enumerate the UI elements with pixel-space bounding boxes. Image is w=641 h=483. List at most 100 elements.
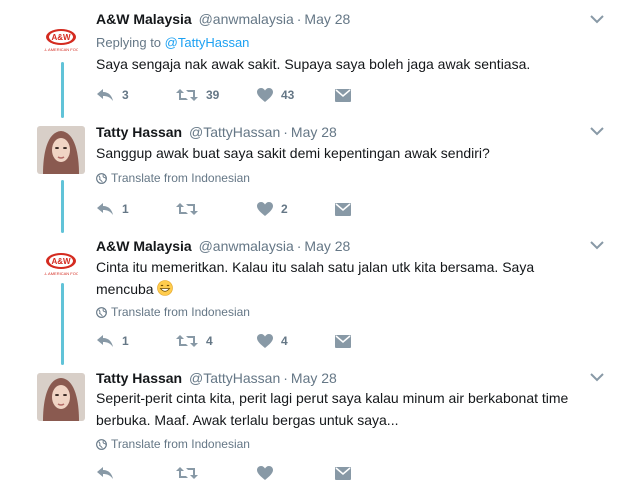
user-handle[interactable]: @TattyHassan	[189, 124, 280, 140]
svg-text:A&W: A&W	[51, 33, 71, 42]
user-handle[interactable]: @anwmalaysia	[199, 11, 294, 27]
separator-dot: ·	[283, 370, 288, 386]
globe-icon	[96, 172, 107, 184]
aw-logo-icon[interactable]: A&W ALL AMERICAN FOOD	[44, 251, 78, 279]
display-name[interactable]: Tatty Hassan	[96, 370, 182, 386]
separator-dot: ·	[296, 11, 302, 27]
reply-count: 1	[122, 334, 129, 348]
tweet-header: Tatty Hassan @TattyHassan · May 28	[96, 370, 337, 386]
direct-message-button[interactable]	[335, 85, 351, 105]
translate-label: Translate from Indonesian	[111, 305, 250, 319]
user-avatar[interactable]	[37, 126, 85, 174]
tweet-3[interactable]: A&W ALL AMERICAN FOOD A&W Malaysia @anwm…	[0, 233, 641, 365]
reply-button[interactable]	[96, 463, 114, 483]
globe-icon	[96, 438, 107, 450]
tweet-4[interactable]: Tatty Hassan @TattyHassan · May 28 Seperit…	[0, 365, 641, 480]
timestamp[interactable]: May 28	[304, 238, 350, 254]
replying-label: Replying to	[96, 35, 162, 50]
svg-text:ALL AMERICAN FOOD: ALL AMERICAN FOOD	[44, 271, 78, 276]
retweet-button[interactable]	[176, 199, 206, 219]
reply-button[interactable]: 1	[96, 199, 129, 219]
display-name[interactable]: A&W Malaysia	[96, 11, 192, 27]
timestamp[interactable]: May 28	[291, 370, 337, 386]
translate-link[interactable]: Translate from Indonesian	[96, 171, 250, 185]
replying-to: Replying to @TattyHassan	[96, 35, 249, 50]
heart-icon	[257, 334, 273, 348]
like-count: 4	[281, 334, 288, 348]
like-count: 2	[281, 202, 288, 216]
retweet-button[interactable]: 4	[176, 331, 213, 351]
envelope-icon	[335, 88, 351, 102]
translate-label: Translate from Indonesian	[111, 171, 250, 185]
tweet-actions	[96, 463, 366, 483]
reply-icon	[97, 203, 113, 215]
like-button[interactable]: 43	[257, 85, 294, 105]
replying-to-link[interactable]: @TattyHassan	[165, 35, 250, 50]
tweet-actions: 1 2	[96, 199, 366, 219]
heart-icon	[257, 88, 273, 102]
display-name[interactable]: A&W Malaysia	[96, 238, 192, 254]
separator-dot: ·	[296, 238, 302, 254]
tweet-text: Sanggup awak buat saya sakit demi kepent…	[96, 145, 490, 161]
retweet-count: 4	[206, 334, 213, 348]
retweet-icon	[176, 467, 198, 479]
svg-text:ALL AMERICAN FOOD: ALL AMERICAN FOOD	[44, 47, 78, 52]
like-count: 43	[281, 88, 295, 102]
translate-label: Translate from Indonesian	[111, 437, 250, 451]
retweet-icon	[176, 335, 198, 347]
timestamp[interactable]: May 28	[304, 11, 350, 27]
grinning-face-emoji-icon	[157, 280, 174, 296]
tweet-actions: 1 4 4	[96, 331, 366, 351]
retweet-button[interactable]: 39	[176, 85, 219, 105]
thread-line	[61, 180, 64, 233]
user-handle[interactable]: @TattyHassan	[189, 370, 280, 386]
chevron-down-icon[interactable]	[590, 240, 604, 250]
translate-link[interactable]: Translate from Indonesian	[96, 437, 250, 451]
heart-icon	[257, 202, 273, 216]
svg-text:A&W: A&W	[51, 257, 71, 266]
separator-dot: ·	[283, 124, 288, 140]
chevron-down-icon[interactable]	[590, 372, 604, 382]
direct-message-button[interactable]	[335, 331, 351, 351]
like-button[interactable]: 4	[257, 331, 288, 351]
chevron-down-icon[interactable]	[590, 126, 604, 136]
user-avatar[interactable]	[37, 373, 85, 421]
envelope-icon	[335, 466, 351, 480]
envelope-icon	[335, 202, 351, 216]
tweet-text: Saya sengaja nak awak sakit. Supaya saya…	[96, 56, 531, 72]
reply-count: 1	[122, 202, 129, 216]
timestamp[interactable]: May 28	[291, 124, 337, 140]
display-name[interactable]: Tatty Hassan	[96, 124, 182, 140]
like-button[interactable]	[257, 463, 273, 483]
retweet-button[interactable]	[176, 463, 198, 483]
retweet-count: 39	[206, 88, 220, 102]
tweet-text: Cinta itu memeritkan. Kalau itu salah sa…	[96, 256, 596, 300]
retweet-icon	[176, 89, 198, 101]
tweet-text-line: mencuba	[96, 278, 596, 300]
chevron-down-icon[interactable]	[590, 14, 604, 24]
tweet-header: A&W Malaysia @anwmalaysia · May 28	[96, 11, 350, 27]
tweet-text-line: berbuka. Maaf. Awak terlalu bergas untuk…	[96, 412, 399, 428]
tweet-header: A&W Malaysia @anwmalaysia · May 28	[96, 238, 350, 254]
tweet-1[interactable]: A&W ALL AMERICAN FOOD A&W Malaysia @anwm…	[0, 0, 641, 118]
like-button[interactable]: 2	[257, 199, 288, 219]
direct-message-button[interactable]	[335, 199, 351, 219]
tweet-header: Tatty Hassan @TattyHassan · May 28	[96, 124, 337, 140]
tweet-text-line: Seperit-perit cinta kita, perit lagi per…	[96, 390, 569, 406]
direct-message-button[interactable]	[335, 463, 351, 483]
reply-icon	[97, 89, 113, 101]
tweet-2[interactable]: Tatty Hassan @TattyHassan · May 28 Sanggup…	[0, 118, 641, 233]
tweet-text-line: Cinta itu memeritkan. Kalau itu salah sa…	[96, 259, 535, 275]
thread-line	[61, 62, 64, 118]
reply-button[interactable]: 3	[96, 85, 129, 105]
reply-button[interactable]: 1	[96, 331, 129, 351]
reply-icon	[97, 467, 113, 479]
retweet-icon	[176, 203, 198, 215]
aw-logo-icon[interactable]: A&W ALL AMERICAN FOOD	[44, 27, 78, 55]
tweet-text: Seperit-perit cinta kita, perit lagi per…	[96, 387, 596, 431]
reply-icon	[97, 335, 113, 347]
heart-icon	[257, 466, 273, 480]
user-handle[interactable]: @anwmalaysia	[199, 238, 294, 254]
translate-link[interactable]: Translate from Indonesian	[96, 305, 250, 319]
reply-count: 3	[122, 88, 129, 102]
